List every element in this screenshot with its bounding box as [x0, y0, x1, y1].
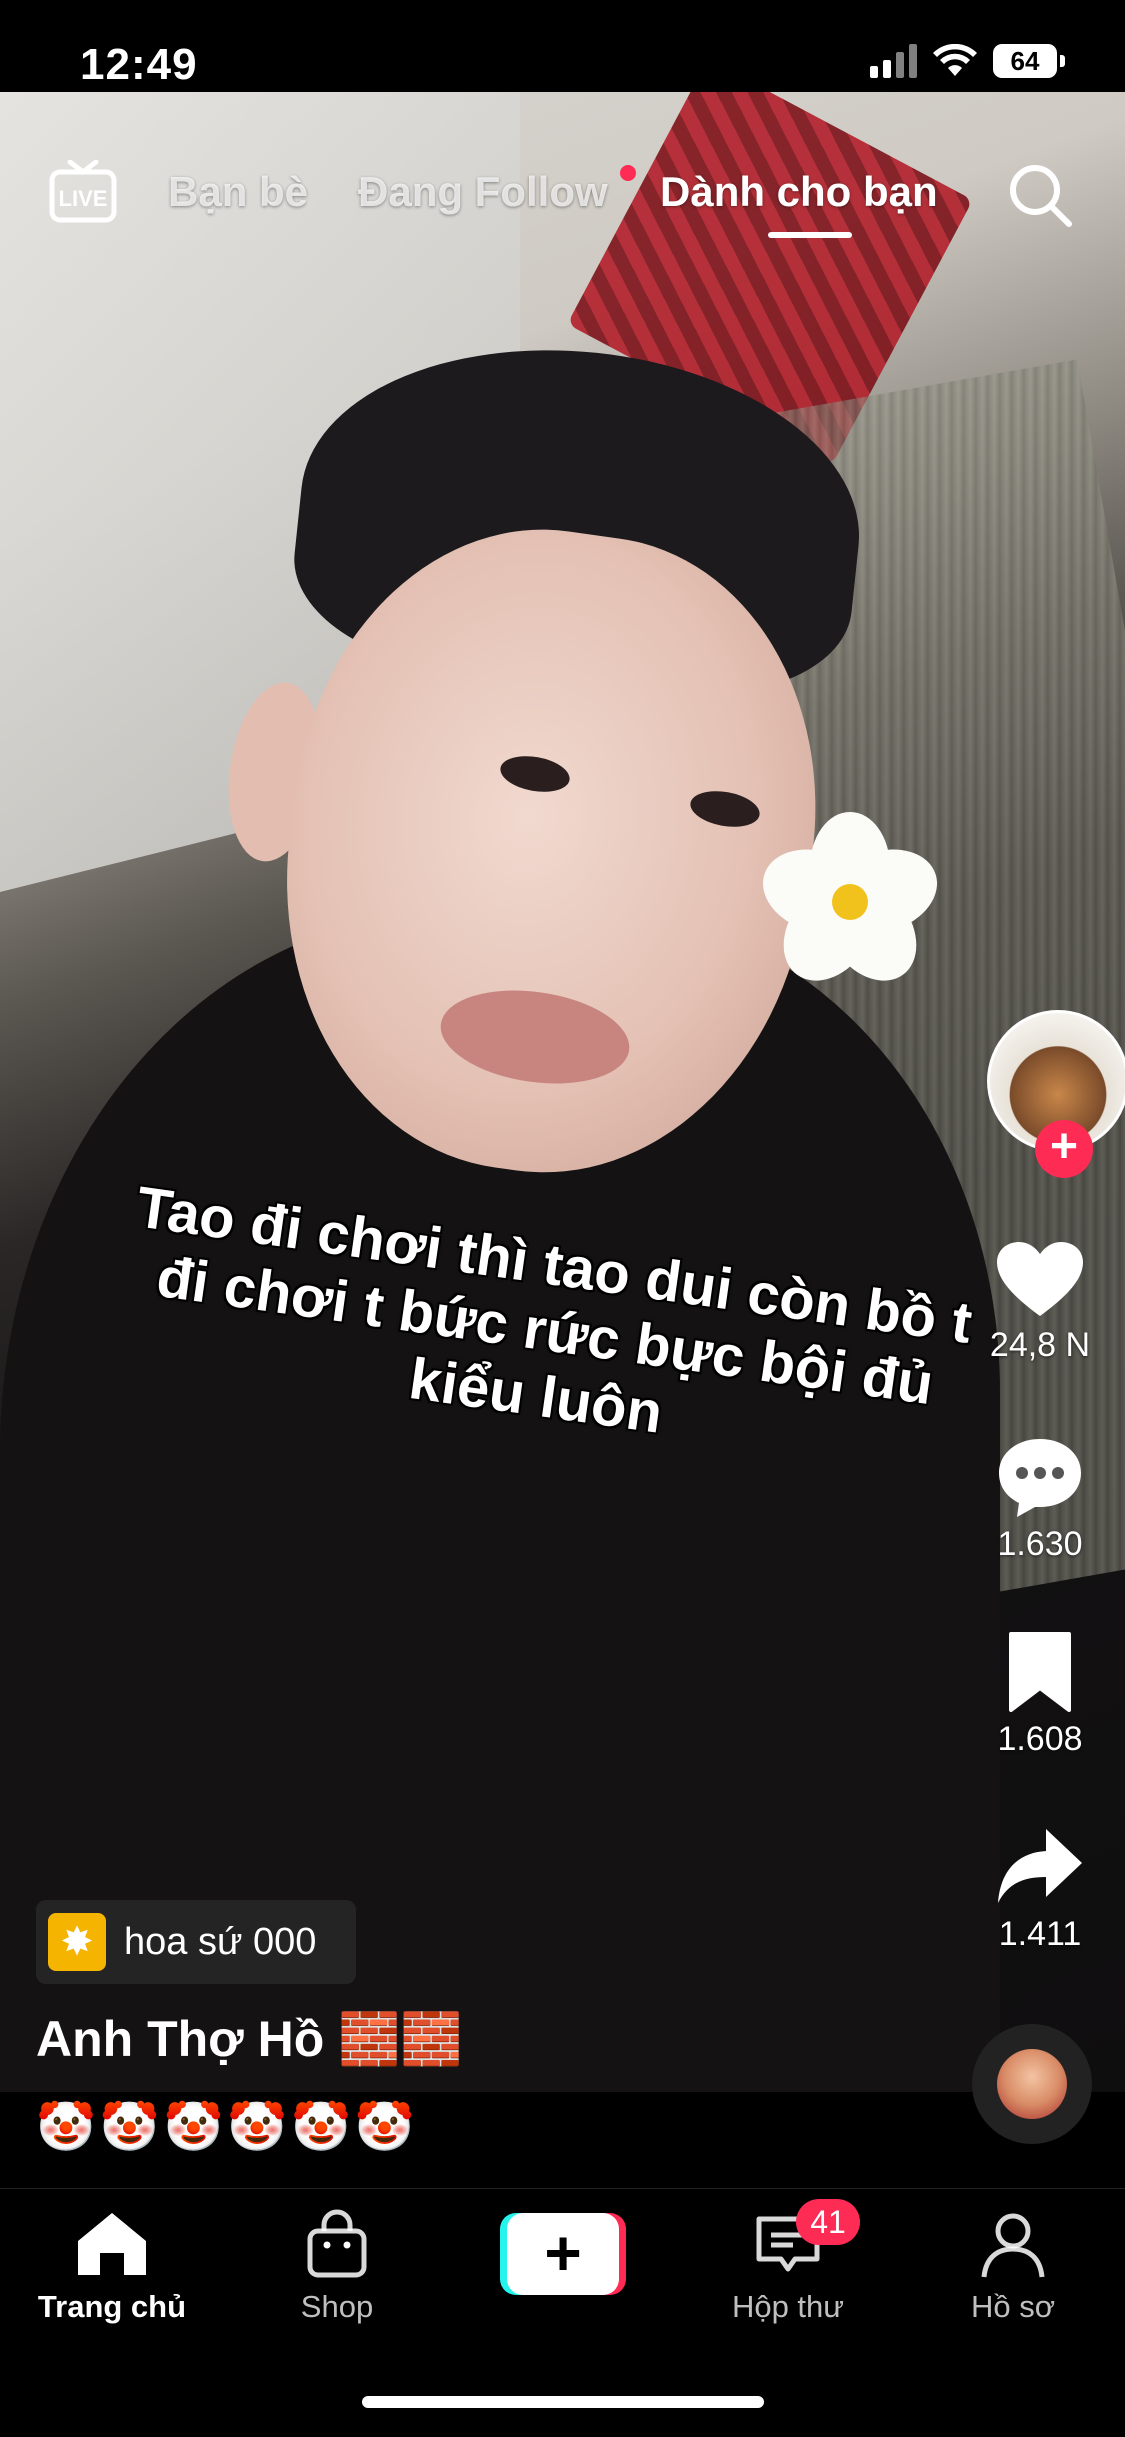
comment-button[interactable]: 1.630 [955, 1435, 1125, 1564]
create-button[interactable]: + [500, 2213, 626, 2295]
video-player[interactable]: Tao đi chơi thì tao dui còn bồ t đi chơi… [0, 92, 1125, 2092]
notification-dot [620, 165, 636, 181]
top-nav: LIVE Bạn bè Đang Follow Dành cho bạn [0, 150, 1125, 240]
like-button[interactable]: 24,8 N [955, 1240, 1125, 1365]
music-disc[interactable] [972, 2024, 1092, 2144]
plus-icon: + [507, 2213, 619, 2295]
status-icons: 64 [870, 44, 1065, 78]
nav-inbox[interactable]: 41 Hộp thư [688, 2199, 888, 2325]
shopping-bag-icon [307, 2209, 367, 2278]
like-count: 24,8 N [989, 1326, 1091, 1364]
effect-label: hoa sứ 000 [124, 1920, 317, 1963]
tab-following[interactable]: Đang Follow [358, 168, 608, 216]
share-count: 1.411 [998, 1915, 1082, 1953]
inbox-badge: 41 [796, 2199, 860, 2245]
search-icon[interactable] [1005, 160, 1075, 230]
nav-shop[interactable]: Shop [237, 2209, 437, 2325]
battery-level: 64 [993, 44, 1057, 78]
flower-sticker [752, 812, 948, 999]
nav-shop-label: Shop [300, 2289, 374, 2324]
tab-friends[interactable]: Bạn bè [168, 168, 308, 216]
signal-icon [870, 44, 917, 78]
nav-profile-label: Hồ sơ [970, 2289, 1056, 2324]
home-indicator [362, 2396, 764, 2408]
tab-for-you[interactable]: Dành cho bạn [660, 168, 938, 216]
share-icon [998, 1829, 1082, 1903]
post-description: 🤡🤡🤡🤡🤡🤡 [36, 2101, 419, 2154]
effect-chip[interactable]: ✸ hoa sứ 000 [36, 1900, 356, 1984]
profile-icon [981, 2213, 1045, 2278]
nav-home[interactable]: Trang chủ [12, 2209, 212, 2325]
sound-cover [997, 2049, 1067, 2119]
wifi-icon [933, 44, 977, 76]
author-name[interactable]: Anh Thợ Hồ 🧱🧱 [36, 2010, 463, 2069]
nav-home-label: Trang chủ [37, 2289, 187, 2324]
live-icon[interactable]: LIVE [48, 160, 118, 224]
share-button[interactable]: 1.411 [955, 1825, 1125, 1954]
home-icon [78, 2213, 146, 2275]
save-button[interactable]: 1.608 [955, 1630, 1125, 1759]
active-tab-indicator [768, 232, 852, 238]
bookmark-icon [1009, 1632, 1071, 1712]
comment-count: 1.630 [997, 1525, 1083, 1563]
follow-button[interactable]: + [1035, 1120, 1093, 1178]
battery-icon: 64 [993, 44, 1065, 78]
svg-text:LIVE: LIVE [59, 186, 108, 211]
comment-icon [999, 1439, 1081, 1517]
sparkle-icon: ✸ [48, 1913, 106, 1971]
heart-icon [997, 1242, 1083, 1316]
nav-profile[interactable]: Hồ sơ [913, 2209, 1113, 2325]
status-bar: 12:49 64 [0, 0, 1125, 92]
nav-inbox-label: Hộp thư [731, 2289, 845, 2324]
status-time: 12:49 [80, 40, 198, 89]
save-count: 1.608 [997, 1720, 1083, 1758]
